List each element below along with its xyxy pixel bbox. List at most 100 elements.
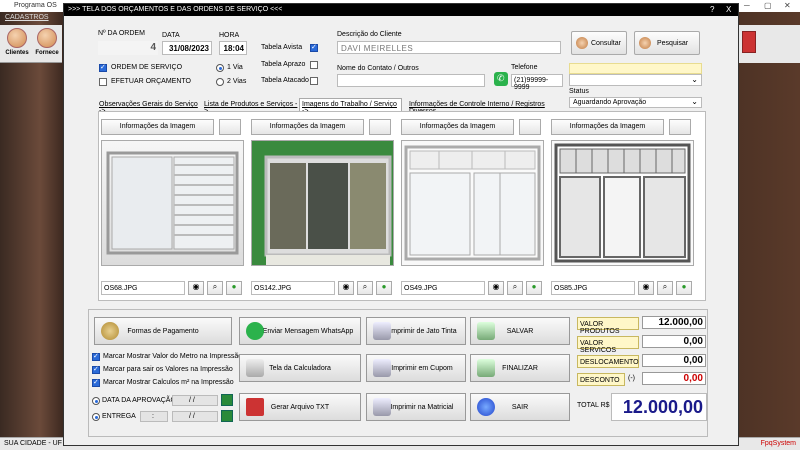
zoom-icon[interactable]: ⌕ bbox=[507, 281, 523, 295]
tabela-atacado-checkbox[interactable] bbox=[310, 77, 318, 85]
tab-controle-interno[interactable]: Informações de Controle Interno / Regist… bbox=[409, 99, 569, 115]
tabela-atacado-label: Tabela Atacado bbox=[261, 77, 309, 84]
window-photo-2 bbox=[252, 141, 393, 265]
camera-icon[interactable]: ◉ bbox=[338, 281, 354, 295]
printer-icon[interactable] bbox=[219, 119, 241, 135]
camera-icon[interactable]: ◉ bbox=[638, 281, 654, 295]
tabela-avista-checkbox[interactable] bbox=[310, 43, 318, 52]
tab-observacoes[interactable]: Observações Gerais do Serviço -> bbox=[99, 99, 201, 115]
pesquisar-button[interactable]: Pesquisar bbox=[634, 31, 700, 55]
entrega-date-field[interactable]: / / bbox=[172, 411, 218, 422]
data-aprovacao-field[interactable]: / / bbox=[172, 395, 218, 406]
right-toolbar bbox=[738, 25, 800, 63]
add-image-icon[interactable]: ● bbox=[676, 281, 692, 295]
extra-field[interactable] bbox=[569, 63, 702, 74]
client-description-field[interactable]: DAVI MEIRELLES bbox=[337, 41, 561, 54]
maximize-icon[interactable]: ▢ bbox=[764, 1, 772, 10]
opt-sair-valores-label: Marcar para sair os Valores na Impressão bbox=[103, 366, 233, 373]
total-value: 12.000,00 bbox=[622, 397, 703, 417]
exit-icon[interactable] bbox=[742, 31, 756, 53]
imprimir-cupom-button[interactable]: Imprimir em Cupom bbox=[366, 354, 466, 382]
camera-icon[interactable]: ◉ bbox=[188, 281, 204, 295]
zoom-icon[interactable]: ⌕ bbox=[657, 281, 673, 295]
clients-icon bbox=[7, 28, 27, 48]
help-button[interactable]: ? bbox=[710, 5, 714, 14]
close-icon[interactable]: ✕ bbox=[784, 1, 791, 10]
finalizar-label: FINALIZAR bbox=[502, 365, 538, 372]
formas-pagamento-button[interactable]: Formas de Pagamento bbox=[94, 317, 232, 345]
printer-icon bbox=[373, 359, 391, 377]
calculadora-button[interactable]: Tela da Calculadora bbox=[239, 354, 361, 382]
printer-icon[interactable] bbox=[669, 119, 691, 135]
main-app-title: Programa OS bbox=[14, 2, 57, 9]
ordem-servico-checkbox[interactable] bbox=[99, 63, 107, 72]
time-field[interactable]: 18:04 bbox=[219, 41, 247, 55]
printer-icon[interactable] bbox=[519, 119, 541, 135]
tab-imagens[interactable]: Imagens do Trabalho / Serviço -> bbox=[299, 98, 402, 115]
efetuar-orcamento-checkbox[interactable] bbox=[99, 78, 107, 86]
zoom-icon[interactable]: ⌕ bbox=[207, 281, 223, 295]
image-preview-3[interactable] bbox=[401, 140, 544, 266]
tab-produtos[interactable]: Lista de Produtos e Serviços -> bbox=[204, 99, 300, 115]
camera-icon[interactable]: ◉ bbox=[488, 281, 504, 295]
opt-calculos-checkbox[interactable] bbox=[92, 378, 100, 387]
status-value: Aguardando Aprovação bbox=[573, 99, 647, 106]
opt-valor-metro-checkbox[interactable] bbox=[92, 352, 100, 361]
sair-label: SAIR bbox=[511, 404, 529, 411]
deslocamento-label: DESLOCAMENTO bbox=[577, 355, 639, 368]
phone-field[interactable]: (21)99999-9999 bbox=[511, 74, 563, 91]
gerar-txt-button[interactable]: Gerar Arquivo TXT bbox=[239, 393, 361, 421]
sair-button[interactable]: SAIR bbox=[470, 393, 570, 421]
add-image-icon[interactable]: ● bbox=[226, 281, 242, 295]
chevron-down-icon: ⌄ bbox=[691, 97, 698, 106]
calendar-icon[interactable] bbox=[221, 394, 233, 406]
ordem-servico-label: ORDEM DE SERVIÇO bbox=[111, 64, 183, 71]
deslocamento-value[interactable]: 0,00 bbox=[642, 354, 706, 367]
image-info-button-1[interactable]: Informações da Imagem bbox=[101, 119, 214, 135]
entrega-hora-field[interactable]: : bbox=[140, 411, 168, 422]
minimize-icon[interactable]: ─ bbox=[744, 1, 750, 10]
whatsapp-button[interactable]: Enviar Mensagem WhatsApp bbox=[239, 317, 361, 345]
image-preview-4[interactable] bbox=[551, 140, 694, 266]
salvar-button[interactable]: SALVAR bbox=[470, 317, 570, 345]
image-info-button-4[interactable]: Informações da Imagem bbox=[551, 119, 664, 135]
coins-icon bbox=[101, 322, 119, 340]
image-preview-2[interactable] bbox=[251, 140, 394, 266]
image-info-button-2[interactable]: Informações da Imagem bbox=[251, 119, 364, 135]
image-preview-1[interactable] bbox=[101, 140, 244, 266]
one-via-radio[interactable] bbox=[216, 64, 224, 72]
entrega-radio[interactable] bbox=[92, 413, 100, 421]
clientes-button[interactable]: Clientes bbox=[3, 28, 31, 62]
date-field[interactable]: 31/08/2023 bbox=[162, 41, 212, 55]
extra-select[interactable]: ⌄ bbox=[569, 74, 702, 86]
calendar-icon[interactable] bbox=[221, 410, 233, 422]
two-vias-radio[interactable] bbox=[216, 78, 224, 86]
image-info-button-3[interactable]: Informações da Imagem bbox=[401, 119, 514, 135]
status-select[interactable]: Aguardando Aprovação ⌄ bbox=[569, 97, 702, 108]
zoom-icon[interactable]: ⌕ bbox=[357, 281, 373, 295]
add-image-icon[interactable]: ● bbox=[376, 281, 392, 295]
phone-value: (21)99999-9999 bbox=[514, 77, 549, 91]
consultar-button[interactable]: Consultar bbox=[571, 31, 627, 55]
finalizar-button[interactable]: FINALIZAR bbox=[470, 354, 570, 382]
desconto-value[interactable]: 0,00 bbox=[642, 372, 706, 385]
printer-icon bbox=[373, 322, 391, 340]
whatsapp-icon[interactable]: ✆ bbox=[494, 72, 508, 86]
add-image-icon[interactable]: ● bbox=[526, 281, 542, 295]
printer-icon[interactable] bbox=[369, 119, 391, 135]
txt-file-icon bbox=[246, 398, 264, 416]
fornecedores-label: Fornece bbox=[35, 50, 59, 56]
opt-sair-valores-checkbox[interactable] bbox=[92, 365, 100, 374]
tabela-aprazo-checkbox[interactable] bbox=[310, 61, 318, 69]
fornecedores-button[interactable]: Fornece bbox=[33, 28, 61, 62]
contact-label: Nome do Contato / Outros bbox=[337, 65, 419, 72]
contact-field[interactable] bbox=[337, 74, 485, 87]
main-menu-cadastros[interactable]: CADASTROS bbox=[5, 14, 49, 21]
data-aprovacao-radio[interactable] bbox=[92, 397, 100, 405]
date-value: 31/08/2023 bbox=[168, 44, 209, 53]
window-close-button[interactable]: X bbox=[726, 5, 731, 14]
status-brand: FpqSystem bbox=[760, 440, 796, 447]
imprimir-matricial-button[interactable]: Imprimir na Matricial bbox=[366, 393, 466, 421]
imprimir-jato-tinta-button[interactable]: Imprimir de Jato Tinta bbox=[366, 317, 466, 345]
time-label: HORA bbox=[219, 32, 240, 39]
